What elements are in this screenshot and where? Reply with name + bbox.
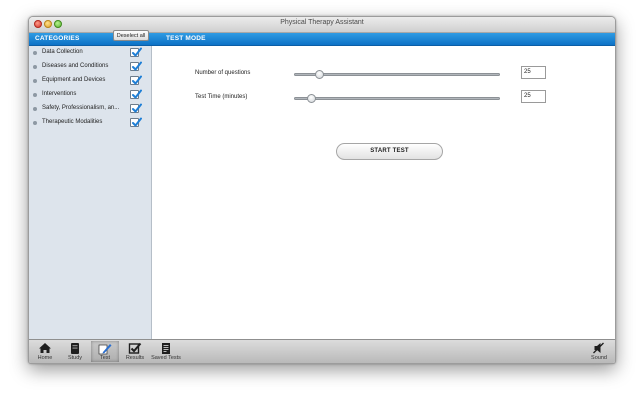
sound-label: Sound bbox=[591, 355, 607, 361]
window-title: Physical Therapy Assistant bbox=[280, 19, 364, 26]
checkmark-icon bbox=[132, 61, 142, 71]
checkmark-icon bbox=[132, 103, 142, 113]
toolbar-label: Saved Tests bbox=[151, 355, 181, 361]
toolbar-sound[interactable]: Sound bbox=[585, 341, 613, 362]
questions-input[interactable]: 25 bbox=[521, 66, 546, 79]
category-item-equipment[interactable]: Equipment and Devices bbox=[29, 74, 151, 88]
category-label: Data Collection bbox=[42, 49, 83, 55]
deselect-all-button[interactable]: Deselect all bbox=[113, 30, 149, 41]
category-item-data-collection[interactable]: Data Collection bbox=[29, 46, 151, 60]
checkmark-icon bbox=[132, 117, 142, 127]
muted-speaker-icon bbox=[593, 342, 604, 354]
bottom-toolbar: Home Study Test Results Saved Tests Soun… bbox=[29, 339, 615, 363]
category-checkbox[interactable] bbox=[130, 117, 142, 127]
toolbar-study[interactable]: Study bbox=[61, 341, 89, 362]
category-checkbox[interactable] bbox=[130, 103, 142, 113]
time-slider[interactable] bbox=[294, 94, 500, 103]
category-label: Therapeutic Modalities bbox=[42, 119, 103, 125]
category-item-safety[interactable]: Safety, Professionalism, an... bbox=[29, 102, 151, 116]
bullet-icon bbox=[33, 121, 37, 125]
toolbar-label: Home bbox=[37, 355, 53, 361]
bullet-icon bbox=[33, 107, 37, 111]
bullet-icon bbox=[33, 51, 37, 55]
checkmark-icon bbox=[132, 47, 142, 57]
bullet-icon bbox=[33, 79, 37, 83]
questions-label: Number of questions bbox=[195, 70, 251, 76]
category-checkbox[interactable] bbox=[130, 89, 142, 99]
category-label: Safety, Professionalism, an... bbox=[42, 105, 120, 111]
categories-sidebar: Data Collection Diseases and Conditions … bbox=[29, 46, 152, 340]
bullet-icon bbox=[33, 65, 37, 69]
categories-header: CATEGORIES bbox=[35, 35, 80, 42]
app-window: Physical Therapy Assistant CATEGORIES TE… bbox=[28, 16, 616, 364]
time-label: Test Time (minutes) bbox=[195, 94, 248, 100]
toolbar-label: Results bbox=[125, 355, 145, 361]
time-input[interactable]: 25 bbox=[521, 90, 546, 103]
toolbar-saved-tests[interactable]: Saved Tests bbox=[149, 341, 183, 362]
category-item-interventions[interactable]: Interventions bbox=[29, 88, 151, 102]
checkmark-icon bbox=[132, 75, 142, 85]
toolbar-results[interactable]: Results bbox=[121, 341, 149, 362]
test-mode-panel: Number of questions 25 Test Time (minute… bbox=[152, 46, 615, 340]
category-label: Equipment and Devices bbox=[42, 77, 106, 83]
questions-slider[interactable] bbox=[294, 70, 500, 79]
time-slider-knob[interactable] bbox=[307, 94, 316, 103]
home-icon bbox=[39, 343, 51, 353]
test-mode-header: TEST MODE bbox=[166, 35, 206, 42]
bullet-icon bbox=[33, 93, 37, 97]
category-checkbox[interactable] bbox=[130, 75, 142, 85]
category-item-modalities[interactable]: Therapeutic Modalities bbox=[29, 116, 151, 130]
toolbar-label: Study bbox=[67, 355, 83, 361]
toolbar-home[interactable]: Home bbox=[31, 341, 59, 362]
pencil-icon bbox=[98, 344, 112, 355]
toolbar-label: Test bbox=[99, 355, 111, 361]
category-label: Interventions bbox=[42, 91, 77, 97]
category-checkbox[interactable] bbox=[130, 47, 142, 57]
questions-slider-knob[interactable] bbox=[315, 70, 324, 79]
document-icon bbox=[162, 343, 170, 354]
category-checkbox[interactable] bbox=[130, 61, 142, 71]
checkmark-icon bbox=[132, 89, 142, 99]
category-label: Diseases and Conditions bbox=[42, 63, 109, 69]
category-item-diseases[interactable]: Diseases and Conditions bbox=[29, 60, 151, 74]
book-icon bbox=[71, 343, 79, 354]
start-test-button[interactable]: START TEST bbox=[336, 143, 443, 160]
toolbar-test[interactable]: Test bbox=[91, 341, 119, 362]
checkmark-icon bbox=[128, 342, 142, 354]
